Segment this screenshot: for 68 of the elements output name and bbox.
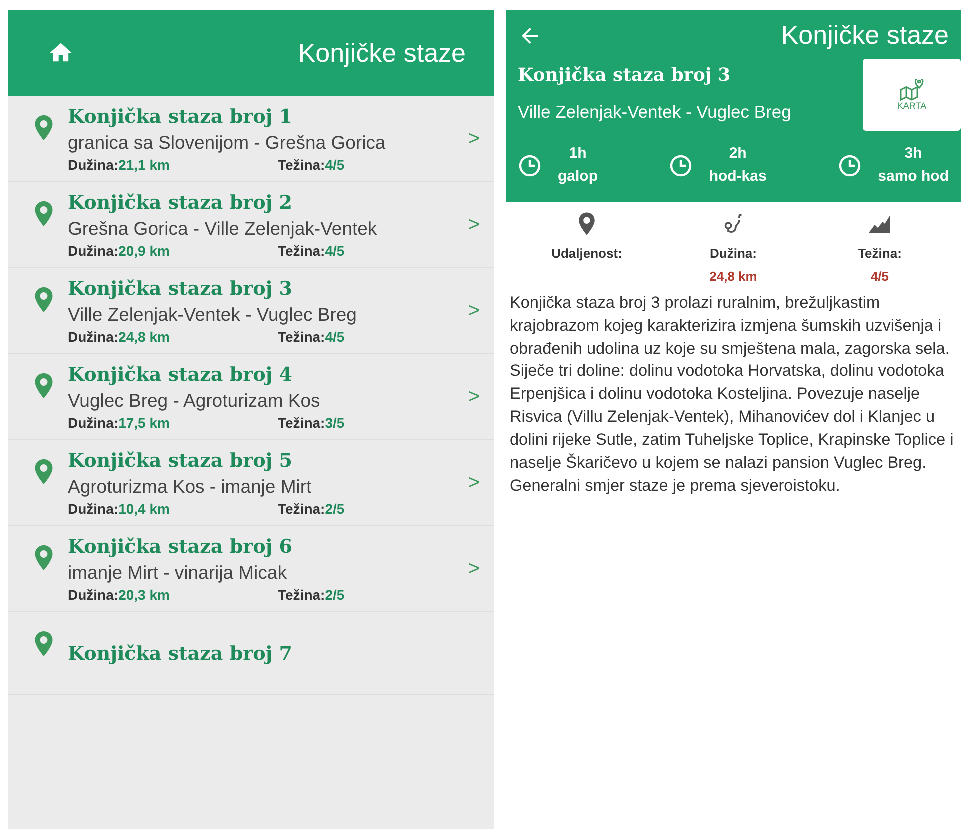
riding-mode: galop bbox=[558, 166, 598, 186]
trail-title: Konjička staza broj 5 bbox=[68, 450, 294, 472]
chevron: > bbox=[468, 300, 480, 323]
stat-value: 4/5 bbox=[870, 269, 890, 284]
trail-difficulty: Težina:3/5 bbox=[278, 415, 345, 431]
header-title: Konjičke staze bbox=[298, 38, 466, 68]
trail-list-item[interactable]: Konjička staza broj 2 Grešna Gorica - Ville Zelenjak-Ventek Dužina:20,9 km Težina:4/5 > bbox=[8, 182, 494, 268]
trail-list-item[interactable]: Konjička staza broj 5 Agroturizma Kos - imanje Mirt Dužina:10,4 km Težina:2/5 > bbox=[8, 440, 494, 526]
clock-icon bbox=[838, 154, 862, 178]
trail-description: Konjička staza broj 3 prolazi ruralnim, brežuljkastim krajobrazom kojeg karakterizira izmjena šumskih uzvišenja i obrađenih udolina uz koje su smještena mala, zagorska sela. Siječe tri doline: dolinu vodotoka Horvatska, dolinu vodotoka Erpenjšica i dolinu vodotoka Kosteljina. Povezuje naselje Risvica (Villu Zelenjak-Ventek), Mihanovićev dol i Klanjec u dolini rijeke Sutle, zatim Tuheljske Toplice, Krapinske Toplice i naselje Škaričevo u kojem se nalazi pansion Vuglec Breg. Generalni smjer staze je prema sjeveroistoku. bbox=[510, 293, 955, 496]
chevron: > bbox=[468, 386, 480, 409]
trail-list-item[interactable]: Konjička staza broj 3 Ville Zelenjak-Ventek - Vuglec Breg Dužina:24,8 km Težina:4/5 > bbox=[8, 268, 494, 354]
trail-title: Konjička staza broj 4 bbox=[68, 364, 294, 386]
stat-label: Udaljenost: bbox=[552, 246, 622, 261]
trail-title: Konjička staza broj 2 bbox=[68, 192, 294, 214]
location-pin-icon bbox=[34, 372, 54, 400]
chevron: > bbox=[468, 558, 480, 581]
map-icon bbox=[899, 79, 925, 101]
trail-list-item[interactable]: Konjička staza broj 7 bbox=[8, 612, 494, 695]
riding-mode: samo hod bbox=[878, 166, 949, 186]
stat-value: 24,8 km bbox=[710, 269, 758, 284]
chevron: > bbox=[468, 128, 480, 151]
trail-title: Konjička staza broj 1 bbox=[68, 106, 294, 128]
clock-icon bbox=[669, 154, 694, 178]
location-pin-icon bbox=[34, 458, 54, 486]
location-pin-icon bbox=[578, 212, 596, 236]
location-pin-icon bbox=[34, 200, 54, 228]
trail-list-item[interactable]: Konjička staza broj 4 Vuglec Breg - Agroturizam Kos Dužina:17,5 km Težina:3/5 > bbox=[8, 354, 494, 440]
trail-length: Dužina:21,1 km bbox=[68, 157, 171, 173]
trail-difficulty: Težina:2/5 bbox=[278, 587, 345, 603]
chevron: > bbox=[468, 472, 480, 495]
trail-difficulty: Težina:4/5 bbox=[278, 157, 345, 173]
clock-icon bbox=[518, 154, 542, 178]
duration-time: 1h bbox=[569, 144, 587, 164]
duration-time: 2h bbox=[729, 144, 747, 164]
trail-difficulty: Težina:2/5 bbox=[278, 501, 345, 517]
trail-length: Dužina:20,9 km bbox=[68, 243, 171, 259]
location-pin-icon bbox=[34, 286, 54, 314]
trail-route: granica sa Slovenijom - Grešna Gorica bbox=[68, 132, 387, 154]
trail-list-item[interactable]: Konjička staza broj 6 imanje Mirt - vinarija Micak Dužina:20,3 km Težina:2/5 > bbox=[8, 526, 494, 612]
trail-route: Grešna Gorica - Ville Zelenjak-Ventek bbox=[68, 218, 378, 240]
header-title: Konjičke staze bbox=[781, 20, 949, 51]
trail-route: Ville Zelenjak-Ventek - Vuglec Breg bbox=[68, 304, 358, 326]
chevron: > bbox=[468, 214, 480, 237]
map-button[interactable]: KARTA bbox=[863, 59, 961, 131]
trail-difficulty: Težina:4/5 bbox=[278, 243, 345, 259]
trail-route: Vuglec Breg - Agroturizam Kos bbox=[68, 390, 322, 412]
duration-time: 3h bbox=[904, 144, 922, 164]
trail-length: Dužina:24,8 km bbox=[68, 329, 171, 345]
trail-title: Konjička staza broj 6 bbox=[68, 536, 294, 558]
trail-difficulty: Težina:4/5 bbox=[278, 329, 345, 345]
trail-length: Dužina:17,5 km bbox=[68, 415, 171, 431]
riding-mode: hod-kas bbox=[709, 166, 767, 186]
trail-length: Dužina:10,4 km bbox=[68, 501, 171, 517]
trail-length: Dužina:20,3 km bbox=[68, 587, 171, 603]
trail-title: Konjička staza broj 7 bbox=[68, 643, 294, 665]
trail-route: imanje Mirt - vinarija Micak bbox=[68, 562, 288, 584]
trail-title: Konjička staza broj 3 bbox=[518, 65, 732, 86]
trail-route: Ville Zelenjak-Ventek - Vuglec Breg bbox=[518, 101, 792, 124]
trail-route: Agroturizma Kos - imanje Mirt bbox=[68, 476, 313, 498]
trail-title: Konjička staza broj 3 bbox=[68, 278, 294, 300]
route-icon bbox=[722, 212, 744, 236]
location-pin-icon bbox=[34, 544, 54, 572]
trail-list-item[interactable]: Konjička staza broj 1 granica sa Slovenijom - Grešna Gorica Dužina:21,1 km Težina:4/5 > bbox=[8, 96, 494, 182]
location-pin-icon bbox=[34, 114, 54, 142]
location-pin-icon bbox=[34, 630, 54, 658]
stat-label: Težina: bbox=[858, 246, 902, 261]
stat-label: Dužina: bbox=[710, 246, 757, 261]
